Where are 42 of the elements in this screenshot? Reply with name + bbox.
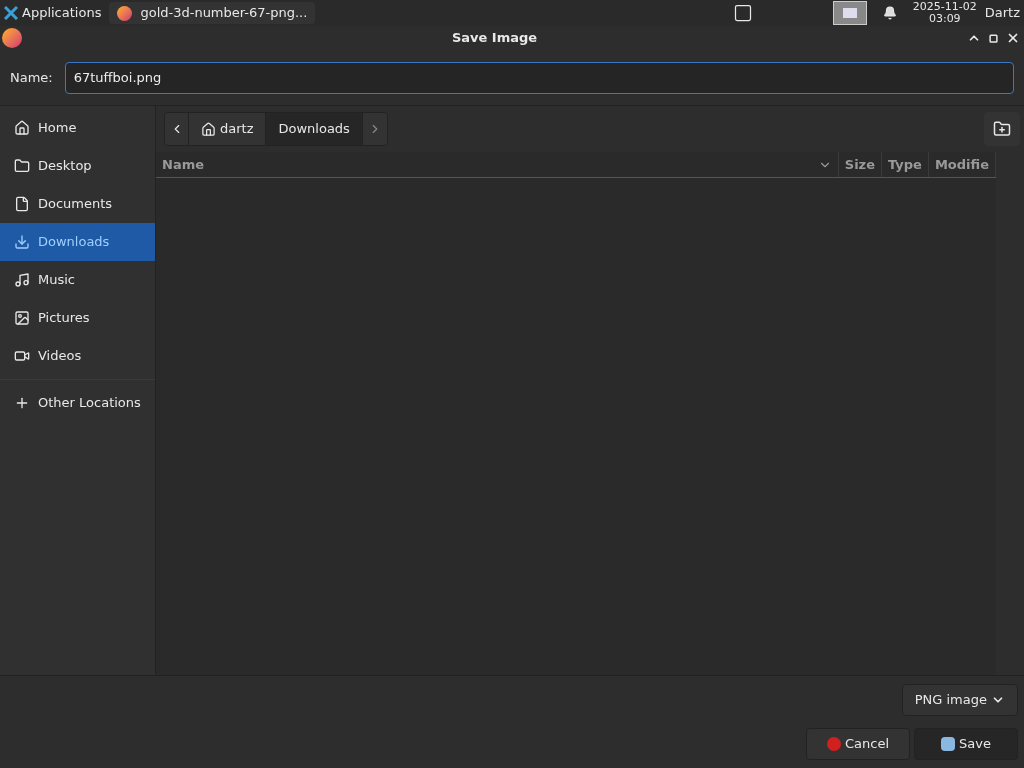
cancel-button[interactable]: Cancel bbox=[806, 728, 910, 760]
path-button[interactable]: Downloads bbox=[266, 113, 363, 145]
sidebar-item[interactable]: Other Locations bbox=[0, 384, 155, 422]
music-icon bbox=[14, 272, 30, 288]
workspace-icon[interactable] bbox=[732, 3, 753, 23]
column-header[interactable]: Size bbox=[838, 152, 882, 177]
sidebar-item[interactable]: Videos bbox=[0, 337, 155, 375]
sidebar-item[interactable]: Desktop bbox=[0, 147, 155, 185]
clock: 2025-11-02 03:09 bbox=[912, 1, 977, 25]
notification-icon[interactable] bbox=[882, 6, 897, 20]
window-title: Save Image bbox=[451, 29, 538, 48]
pictures-icon bbox=[14, 310, 30, 326]
taskbar-task[interactable]: gold-3d-number-67-png... bbox=[109, 2, 316, 24]
home-icon bbox=[14, 120, 30, 136]
name-label: Name: bbox=[10, 68, 53, 87]
back-button[interactable] bbox=[165, 113, 189, 145]
app-menu-icon bbox=[4, 6, 18, 20]
sidebar-item[interactable]: Home bbox=[0, 109, 155, 147]
sidebar-item[interactable]: Documents bbox=[0, 185, 155, 223]
file-type-dropdown[interactable]: PNG image bbox=[901, 684, 1018, 716]
documents-icon bbox=[14, 196, 30, 212]
path-button[interactable]: dartz bbox=[189, 113, 267, 145]
desktop-icon bbox=[14, 158, 30, 174]
save-button[interactable]: Save bbox=[914, 728, 1018, 760]
videos-icon bbox=[14, 348, 30, 364]
sidebar-item[interactable]: Downloads bbox=[0, 223, 155, 261]
plus-icon bbox=[14, 395, 30, 411]
column-header[interactable]: Name bbox=[156, 152, 839, 177]
sidebar-item[interactable]: Music bbox=[0, 261, 155, 299]
column-header[interactable]: Type bbox=[882, 152, 929, 177]
new-folder-button[interactable] bbox=[984, 112, 1020, 146]
maximize-icon[interactable] bbox=[989, 33, 998, 43]
close-icon[interactable] bbox=[1006, 31, 1020, 45]
cancel-icon bbox=[826, 737, 841, 751]
column-header[interactable]: Modifie bbox=[928, 152, 996, 177]
new-folder-icon bbox=[993, 120, 1011, 138]
user-name: Dartz bbox=[984, 4, 1021, 23]
sidebar-item[interactable]: Pictures bbox=[0, 299, 155, 337]
applications-menu[interactable]: Applications bbox=[0, 0, 106, 26]
window-thumbnail[interactable] bbox=[832, 1, 867, 25]
downloads-icon bbox=[14, 234, 30, 250]
name-field[interactable]: 67tuffboi.png bbox=[64, 61, 1014, 94]
